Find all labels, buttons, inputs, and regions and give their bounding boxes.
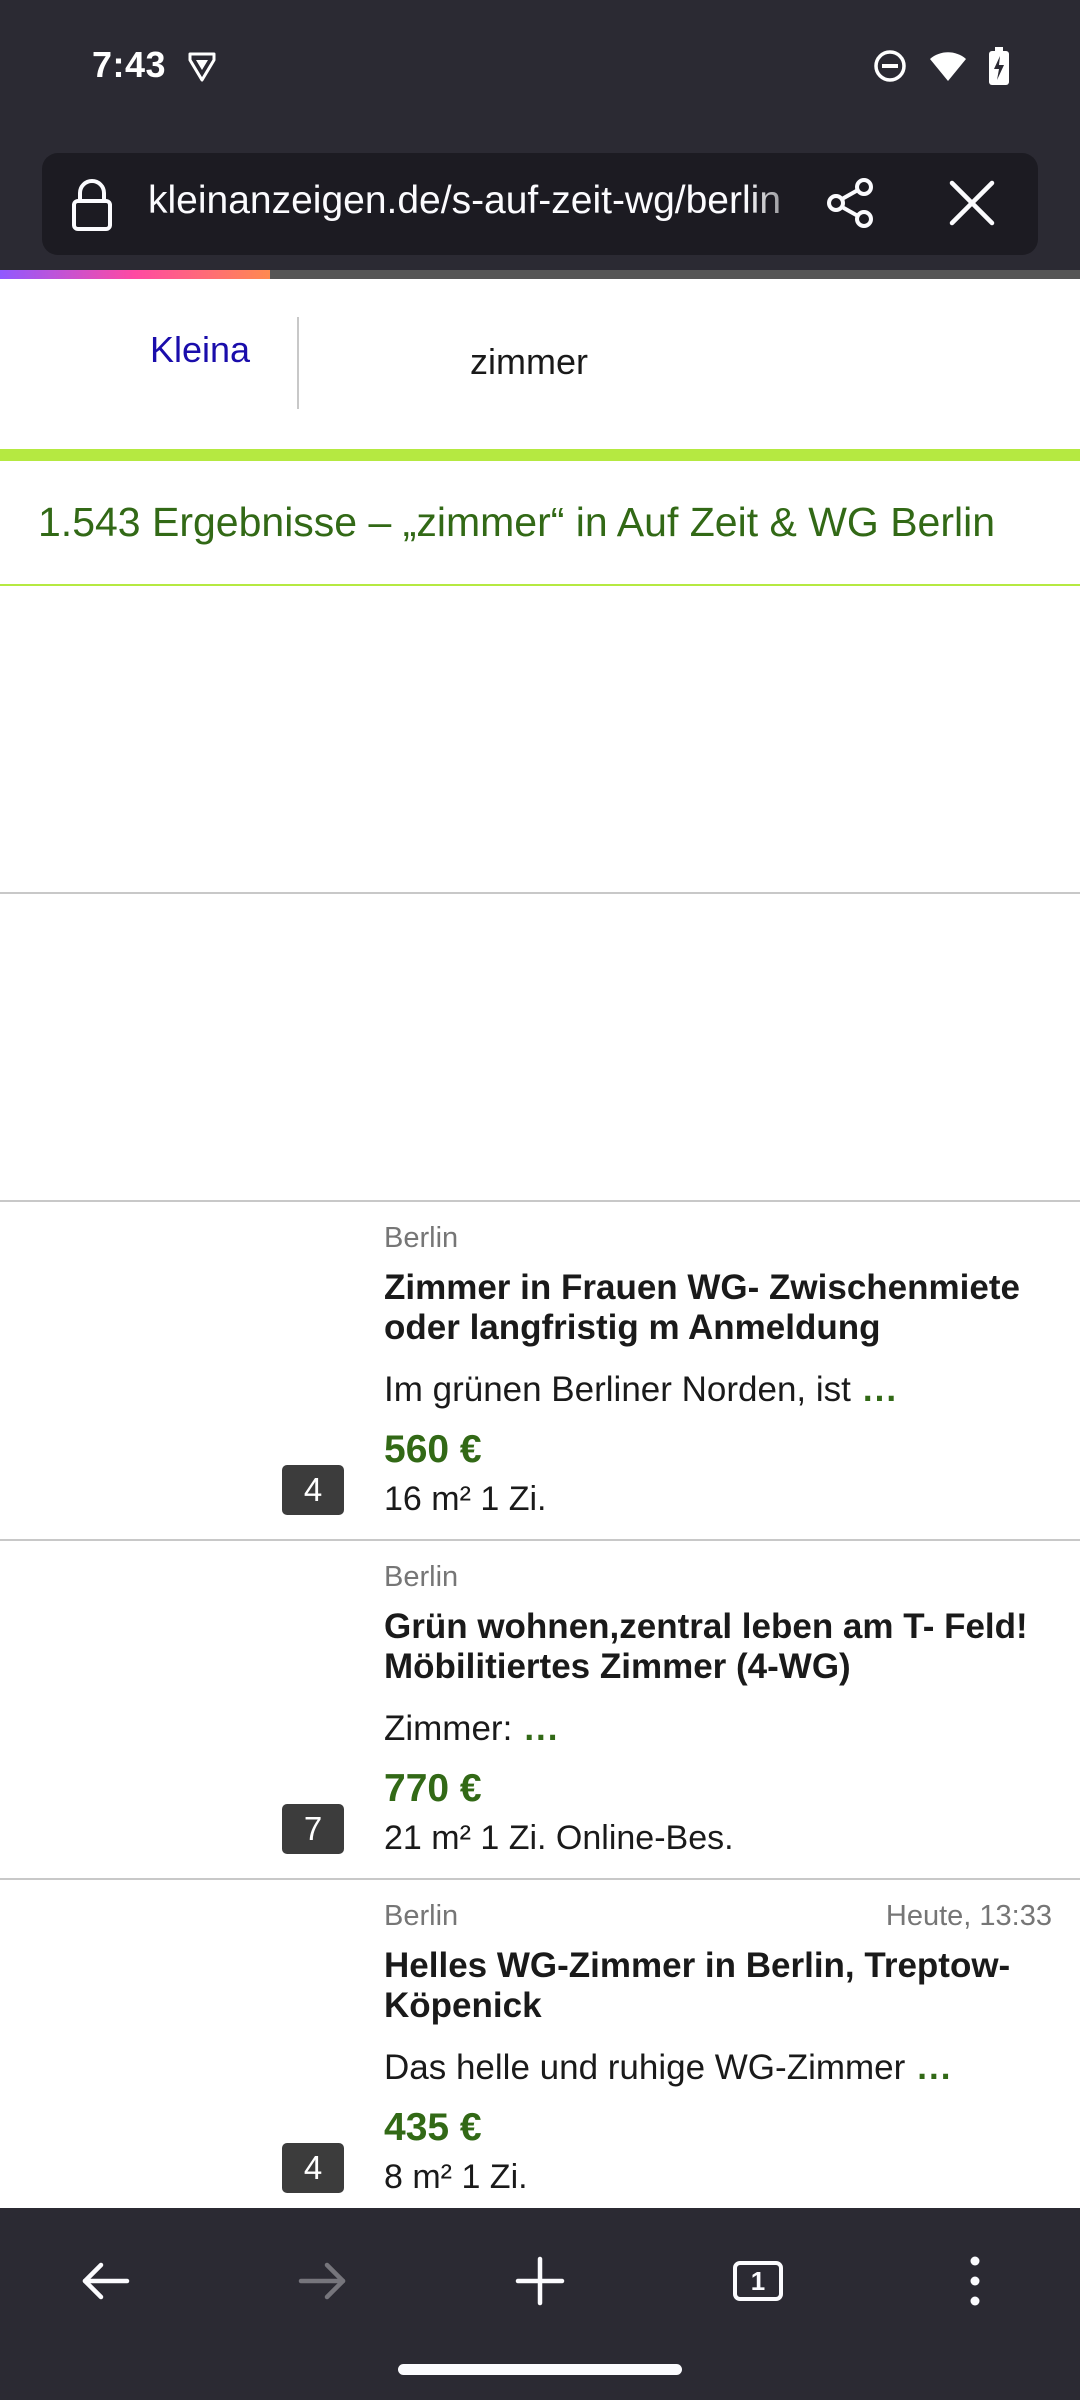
page-load-progress-fill [0, 270, 270, 279]
header-divider [297, 317, 299, 409]
brand-band [0, 449, 1080, 461]
vpn-shield-icon [188, 52, 216, 82]
browser-toolbar: kleinanzeigen.de/s-auf-zeit-wg/berlin [0, 135, 1080, 270]
battery-charging-icon [989, 47, 1009, 85]
do-not-disturb-icon [874, 50, 906, 82]
listing-location: Berlin [384, 1900, 459, 1932]
status-icons [872, 46, 1010, 86]
back-arrow-icon [82, 2262, 130, 2300]
menu-button[interactable] [940, 2246, 1010, 2316]
tab-counter-icon: 1 [733, 2261, 783, 2301]
more-link[interactable]: ... [524, 1709, 559, 1748]
listing-price: 560 € [384, 1428, 482, 1471]
listing-description: Zimmer:... [384, 1709, 560, 1749]
image-count-badge: 7 [282, 1804, 344, 1854]
wifi-icon [930, 52, 966, 81]
lock-icon[interactable] [70, 179, 114, 231]
browser-bottom-nav: 1 [0, 2208, 1080, 2400]
forward-arrow-icon [298, 2262, 346, 2300]
tabs-button[interactable]: 1 [723, 2246, 793, 2316]
image-count-badge: 4 [282, 2143, 344, 2193]
listing-item[interactable]: 4 Berlin Zimmer in Frauen WG- Zwischenmi… [0, 1202, 1080, 1541]
more-link[interactable]: ... [863, 1370, 898, 1409]
results-heading: 1.543 Ergebnisse – „zimmer“ in Auf Zeit … [38, 499, 996, 545]
home-indicator[interactable] [398, 2364, 682, 2375]
listing-description: Im grünen Berliner Norden, ist... [384, 1370, 898, 1410]
listing-location: Berlin [384, 1561, 459, 1593]
listing-description-text: Im grünen Berliner Norden, ist [384, 1370, 851, 1409]
listing-description-text: Zimmer: [384, 1709, 513, 1748]
status-time: 7:43 [92, 44, 167, 85]
more-link[interactable]: ... [917, 2048, 952, 2087]
listing-location: Berlin [384, 1222, 459, 1254]
listing-title[interactable]: Grün wohnen,zentral leben am T- Feld! Mö… [384, 1607, 1034, 1687]
status-bar: 7:43 [0, 0, 1080, 135]
listing-item[interactable]: 4 Berlin Heute, 13:33 Helles WG-Zimmer i… [0, 1880, 1080, 2219]
new-tab-plus-icon [515, 2256, 565, 2306]
site-header: Kleina zimmer [0, 279, 1080, 449]
menu-dots-icon [970, 2256, 980, 2306]
listing-price: 770 € [384, 1767, 482, 1810]
listing-description-text: Das helle und ruhige WG-Zimmer [384, 2048, 906, 2087]
new-tab-button[interactable] [505, 2246, 575, 2316]
ad-placeholder [0, 894, 1080, 1202]
url-text[interactable]: kleinanzeigen.de/s-auf-zeit-wg/berlin [148, 179, 828, 223]
listing-item[interactable]: 7 Berlin Grün wohnen,zentral leben am T-… [0, 1541, 1080, 1880]
close-icon[interactable] [942, 173, 1002, 233]
listing-posted-time: Heute, 13:33 [885, 1900, 1052, 1932]
results-heading-bar: 1.543 Ergebnisse – „zimmer“ in Auf Zeit … [0, 461, 1080, 586]
image-count-badge: 4 [282, 1465, 344, 1515]
listing-details: 16 m² 1 Zi. [384, 1480, 547, 1518]
listing-details: 8 m² 1 Zi. [384, 2158, 528, 2196]
listing-title[interactable]: Helles WG-Zimmer in Berlin, Treptow-Köpe… [384, 1946, 1034, 2026]
search-input[interactable]: zimmer [470, 341, 588, 383]
forward-button[interactable] [288, 2246, 358, 2316]
back-button[interactable] [70, 2246, 140, 2316]
listing-description: Das helle und ruhige WG-Zimmer... [384, 2048, 952, 2088]
url-bar[interactable]: kleinanzeigen.de/s-auf-zeit-wg/berlin [42, 153, 1038, 255]
share-icon[interactable] [822, 175, 878, 231]
ad-placeholder [0, 586, 1080, 894]
listing-details: 21 m² 1 Zi. Online-Bes. [384, 1819, 734, 1857]
page-load-progress [0, 270, 1080, 279]
listing-title[interactable]: Zimmer in Frauen WG- Zwischenmiete oder … [384, 1268, 1034, 1348]
site-logo-link[interactable]: Kleina [150, 329, 250, 371]
listing-price: 435 € [384, 2106, 482, 2149]
